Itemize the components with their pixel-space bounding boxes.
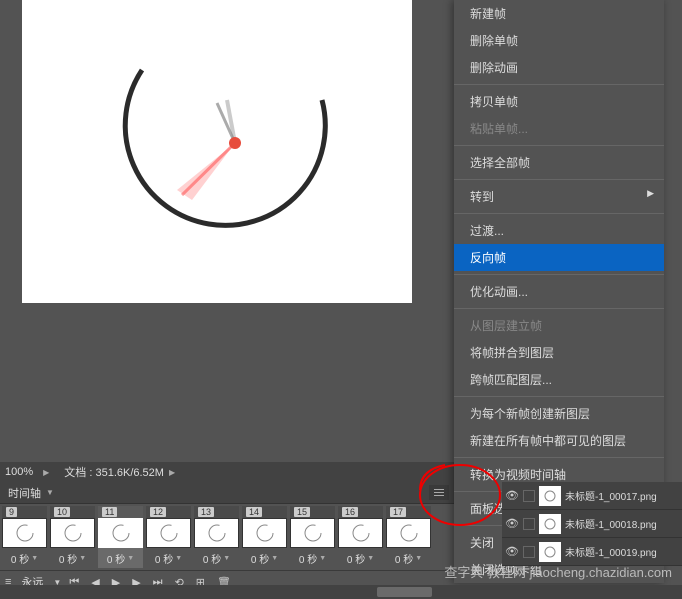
frame-delay[interactable]: 0 秒▼ — [194, 549, 239, 568]
menu-item[interactable]: 反向帧 — [454, 244, 664, 271]
document-info: 文档 : 351.6K/6.52M — [64, 464, 164, 480]
menu-item[interactable]: 新建在所有帧中都可见的图层 — [454, 427, 664, 454]
frame-thumbnail — [338, 518, 383, 548]
layer-name: 未标题-1_00017.png — [565, 488, 679, 503]
menu-item[interactable]: 转到▶ — [454, 183, 664, 210]
layer-checkbox[interactable] — [523, 490, 535, 502]
frame-thumbnail — [242, 518, 287, 548]
scrollbar-thumb[interactable] — [377, 587, 432, 597]
frame-number: 11 — [98, 506, 143, 518]
timeline-header: 时间轴 ▼ — [0, 482, 454, 504]
layer-row[interactable]: 👁 未标题-1_00017.png — [502, 482, 682, 510]
zoom-dropdown-icon[interactable]: ▶ — [43, 468, 49, 477]
frame-delay[interactable]: 0 秒▼ — [50, 549, 95, 568]
menu-separator — [454, 457, 664, 458]
layer-thumbnail — [539, 514, 561, 534]
layer-checkbox[interactable] — [523, 518, 535, 530]
frame-17[interactable]: 17 0 秒▼ — [386, 506, 431, 568]
frame-delay[interactable]: 0 秒▼ — [98, 549, 143, 568]
menu-separator — [454, 179, 664, 180]
menu-item[interactable]: 删除动画 — [454, 54, 664, 81]
frame-delay[interactable]: 0 秒▼ — [338, 549, 383, 568]
submenu-arrow-icon: ▶ — [647, 188, 654, 199]
status-bar: 100% ▶ 文档 : 351.6K/6.52M ▶ — [0, 462, 454, 482]
hamburger-icon — [434, 492, 444, 493]
timeline-panel: 时间轴 ▼ 9 0 秒▼ 10 0 秒▼ 11 0 秒▼ 12 0 秒▼ 13 — [0, 482, 454, 593]
frame-12[interactable]: 12 0 秒▼ — [146, 506, 191, 568]
zoom-level[interactable]: 100% — [5, 466, 33, 478]
menu-separator — [454, 308, 664, 309]
layer-checkbox[interactable] — [523, 546, 535, 558]
horizontal-scrollbar[interactable] — [0, 585, 682, 599]
frame-thumbnail — [194, 518, 239, 548]
menu-item[interactable]: 为每个新帧创建新图层 — [454, 400, 664, 427]
layers-panel: 👁 未标题-1_00017.png 👁 未标题-1_00018.png 👁 未标… — [502, 482, 682, 566]
menu-item[interactable]: 过渡... — [454, 217, 664, 244]
frame-number: 13 — [194, 506, 239, 518]
frame-15[interactable]: 15 0 秒▼ — [290, 506, 335, 568]
frame-delay[interactable]: 0 秒▼ — [242, 549, 287, 568]
frame-number: 14 — [242, 506, 287, 518]
menu-item[interactable]: 跨帧匹配图层... — [454, 366, 664, 393]
menu-separator — [454, 213, 664, 214]
watermark-footer: 查字典 教程网 jiaocheng.chazidian.com — [444, 562, 672, 581]
frames-strip: 9 0 秒▼ 10 0 秒▼ 11 0 秒▼ 12 0 秒▼ 13 0 秒▼ 1… — [0, 504, 454, 570]
layer-visibility-icon[interactable]: 👁 — [505, 545, 519, 559]
timeline-title: 时间轴 — [8, 485, 41, 501]
frame-13[interactable]: 13 0 秒▼ — [194, 506, 239, 568]
frame-number: 12 — [146, 506, 191, 518]
frame-thumbnail — [386, 518, 431, 548]
timeline-flyout-button[interactable] — [429, 485, 449, 500]
menu-item: 从图层建立帧 — [454, 312, 664, 339]
frame-number: 15 — [290, 506, 335, 518]
layer-thumbnail — [539, 486, 561, 506]
frame-thumbnail — [146, 518, 191, 548]
frame-14[interactable]: 14 0 秒▼ — [242, 506, 287, 568]
doc-info-dropdown-icon[interactable]: ▶ — [169, 468, 175, 477]
menu-item[interactable]: 将帧拼合到图层 — [454, 339, 664, 366]
frame-16[interactable]: 16 0 秒▼ — [338, 506, 383, 568]
frame-number: 16 — [338, 506, 383, 518]
menu-separator — [454, 274, 664, 275]
menu-separator — [454, 145, 664, 146]
menu-separator — [454, 396, 664, 397]
frame-thumbnail — [290, 518, 335, 548]
frame-9[interactable]: 9 0 秒▼ — [2, 506, 47, 568]
frame-10[interactable]: 10 0 秒▼ — [50, 506, 95, 568]
menu-item[interactable]: 优化动画... — [454, 278, 664, 305]
timeline-dropdown-icon[interactable]: ▼ — [46, 488, 54, 497]
menu-item[interactable]: 新建帧 — [454, 0, 664, 27]
frame-thumbnail — [50, 518, 95, 548]
menu-item[interactable]: 选择全部帧 — [454, 149, 664, 176]
frame-delay[interactable]: 0 秒▼ — [386, 549, 431, 568]
frame-number: 10 — [50, 506, 95, 518]
menu-item[interactable]: 拷贝单帧 — [454, 88, 664, 115]
frame-delay[interactable]: 0 秒▼ — [2, 549, 47, 568]
frame-number: 17 — [386, 506, 431, 518]
frame-delay[interactable]: 0 秒▼ — [290, 549, 335, 568]
layer-visibility-icon[interactable]: 👁 — [505, 517, 519, 531]
frame-thumbnail — [2, 518, 47, 548]
canvas-preview — [22, 0, 412, 303]
layer-thumbnail — [539, 542, 561, 562]
frame-thumbnail — [98, 518, 143, 548]
layer-row[interactable]: 👁 未标题-1_00018.png — [502, 510, 682, 538]
layer-name: 未标题-1_00018.png — [565, 516, 679, 531]
menu-item[interactable]: 删除单帧 — [454, 27, 664, 54]
menu-separator — [454, 84, 664, 85]
menu-item: 粘贴单帧... — [454, 115, 664, 142]
frame-11[interactable]: 11 0 秒▼ — [98, 506, 143, 568]
layer-name: 未标题-1_00019.png — [565, 544, 679, 559]
frame-number: 9 — [2, 506, 47, 518]
layer-visibility-icon[interactable]: 👁 — [505, 489, 519, 503]
frame-delay[interactable]: 0 秒▼ — [146, 549, 191, 568]
